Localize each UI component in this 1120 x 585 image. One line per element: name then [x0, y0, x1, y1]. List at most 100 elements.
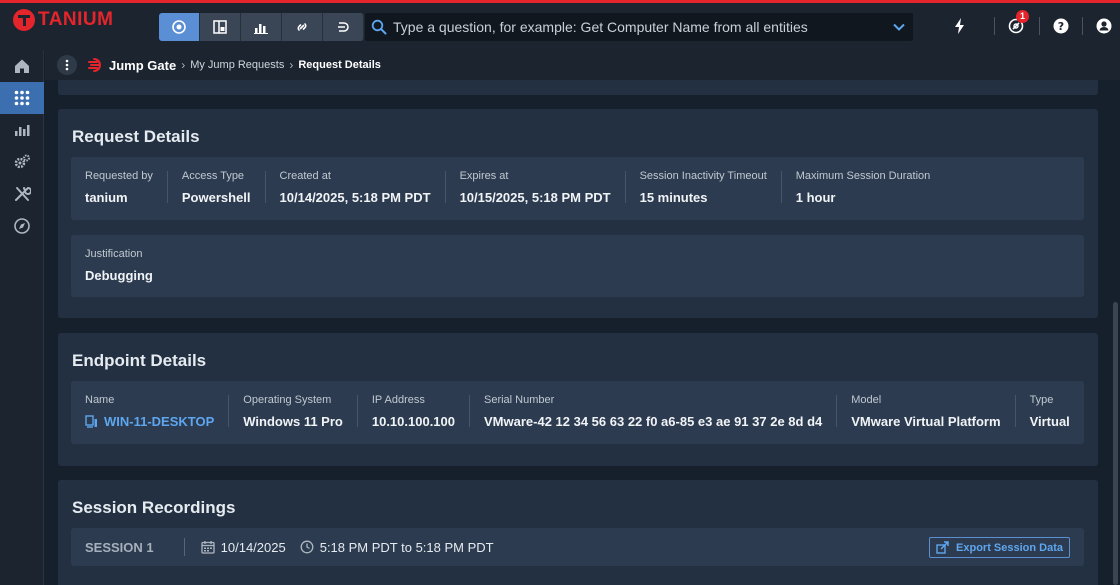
field-type: Type Virtual: [1016, 394, 1084, 429]
module-nav: [159, 13, 364, 41]
field-label: Session Inactivity Timeout: [639, 169, 767, 182]
section-title: Session Recordings: [72, 498, 236, 517]
top-right-actions: 1 ?: [949, 10, 1120, 37]
tools-icon: [15, 186, 31, 201]
field-value: 10.10.100.100: [371, 413, 455, 429]
section-title: Endpoint Details: [72, 351, 207, 370]
signals-button[interactable]: [323, 13, 364, 41]
reports-nav[interactable]: [0, 114, 44, 146]
chevron-right-icon: ›: [181, 58, 186, 72]
chevron-right-icon: ›: [289, 58, 294, 72]
main-content: Request Details Requested by tanium Acces…: [45, 80, 1120, 585]
field-operating-system: Operating System Windows 11 Pro: [229, 393, 358, 429]
overview-button[interactable]: [159, 13, 200, 41]
field-value: 10/15/2025, 5:18 PM PDT: [459, 189, 611, 205]
target-icon: [172, 20, 186, 34]
field-requested-by: Requested by tanium: [71, 169, 168, 205]
top-bar: TANIUM 1 ?: [0, 0, 1120, 50]
field-value: Powershell: [181, 189, 251, 205]
bar-chart-icon: [254, 24, 268, 34]
breadcrumb-root[interactable]: Jump Gate: [109, 58, 176, 73]
field-created-at: Created at 10/14/2025, 5:18 PM PDT: [266, 169, 446, 205]
home-nav[interactable]: [0, 50, 44, 82]
field-value: tanium: [85, 189, 128, 205]
breadcrumb-my-jump-requests[interactable]: My Jump Requests: [190, 59, 284, 71]
field-label: Requested by: [85, 169, 153, 182]
field-value: VMware Virtual Platform: [851, 413, 1001, 429]
export-icon: [936, 541, 949, 554]
tools-nav[interactable]: [0, 178, 44, 210]
field-label: Model: [851, 393, 882, 406]
home-icon: [15, 59, 29, 73]
field-ip-address: IP Address 10.10.100.100: [358, 393, 470, 429]
field-label: Created at: [279, 169, 331, 182]
clock-icon: [300, 540, 314, 554]
field-maximum-session-duration: Maximum Session Duration 1 hour: [782, 169, 945, 205]
compass-icon: [14, 218, 30, 234]
interact-button[interactable]: [200, 13, 241, 41]
notification-badge: 1: [1016, 10, 1029, 23]
layout-icon: [213, 20, 227, 34]
divider: [183, 538, 185, 556]
section-title: Request Details: [72, 127, 200, 146]
field-session-inactivity-timeout: Session Inactivity Timeout 15 minutes: [626, 169, 782, 205]
question-input[interactable]: [393, 19, 891, 35]
field-model: Model VMware Virtual Platform: [837, 393, 1016, 429]
endpoint-name-link[interactable]: WIN-11-DESKTOP: [85, 414, 214, 429]
breadcrumb: Jump Gate › My Jump Requests › Request D…: [45, 50, 1120, 80]
field-value: 15 minutes: [639, 189, 708, 205]
reports-button[interactable]: [241, 13, 282, 41]
field-label: Expires at: [459, 169, 509, 182]
field-name: Name WIN-11-DESKTOP: [71, 393, 230, 429]
endpoint-fields: Name WIN-11-DESKTOP Operating System Wind…: [71, 381, 1084, 444]
endpoint-name-text: WIN-11-DESKTOP: [104, 413, 215, 429]
help-icon: ?: [1053, 18, 1069, 34]
breadcrumb-current: Request Details: [298, 59, 381, 71]
endpoint-details-card: Endpoint Details Name WIN-11-DESKTOP Ope…: [58, 333, 1098, 466]
field-serial-number: Serial Number VMware-42 12 34 56 63 22 f0…: [470, 394, 838, 429]
export-session-data-button[interactable]: Export Session Data: [929, 537, 1070, 558]
divider: [994, 17, 995, 35]
session-time: 5:18 PM PDT to 5:18 PM PDT: [319, 539, 494, 555]
notifications-button[interactable]: 1: [1005, 10, 1029, 37]
divider: [1082, 17, 1083, 35]
scrollbar[interactable]: [1113, 302, 1118, 585]
administration-nav[interactable]: [0, 146, 44, 178]
field-label: Access Type: [181, 169, 245, 182]
tanium-logo[interactable]: TANIUM: [13, 9, 113, 31]
field-value: 10/14/2025, 5:18 PM PDT: [279, 189, 431, 205]
session-date: 10/14/2025: [220, 539, 286, 555]
discover-nav[interactable]: [0, 210, 44, 242]
field-expires-at: Expires at 10/15/2025, 5:18 PM PDT: [446, 169, 626, 205]
field-value: 1 hour: [795, 189, 836, 205]
field-label: Name: [85, 393, 115, 406]
side-rail: [0, 50, 44, 585]
field-value: VMware-42 12 34 56 63 22 f0 a6-85 e3 ae …: [484, 413, 823, 429]
field-label: Maximum Session Duration: [795, 169, 931, 182]
field-label: IP Address: [371, 393, 425, 406]
help-button[interactable]: ?: [1050, 15, 1072, 37]
field-value: Windows 11 Pro: [243, 413, 343, 429]
tanium-logo-icon: [13, 9, 35, 31]
session-label: SESSION 1: [85, 539, 154, 555]
signal-icon: [338, 22, 349, 32]
session-row: SESSION 1 10/14/2025 5:18 PM PDT to 5:18…: [71, 528, 1084, 566]
connect-button[interactable]: [282, 13, 323, 41]
field-value: Virtual: [1029, 413, 1070, 429]
module-menu-button[interactable]: [57, 55, 77, 75]
user-icon: [1096, 18, 1112, 34]
justification-box: Justification Debugging: [71, 235, 1084, 297]
calendar-icon: [200, 541, 215, 554]
gears-icon: [14, 154, 30, 169]
field-label: Justification: [85, 247, 143, 260]
request-fields: Requested by tanium Access Type Powershell…: [71, 157, 1084, 220]
request-details-card: Request Details Requested by tanium Acces…: [58, 109, 1098, 318]
actions-button[interactable]: [949, 15, 971, 37]
user-menu-button[interactable]: [1093, 15, 1115, 37]
modules-nav[interactable]: [0, 82, 44, 114]
chevron-down-icon[interactable]: [891, 19, 907, 35]
previous-section-card: [58, 80, 1098, 95]
export-label: Export Session Data: [956, 541, 1063, 554]
bar-chart-icon: [15, 125, 30, 136]
field-label: Operating System: [243, 393, 332, 406]
